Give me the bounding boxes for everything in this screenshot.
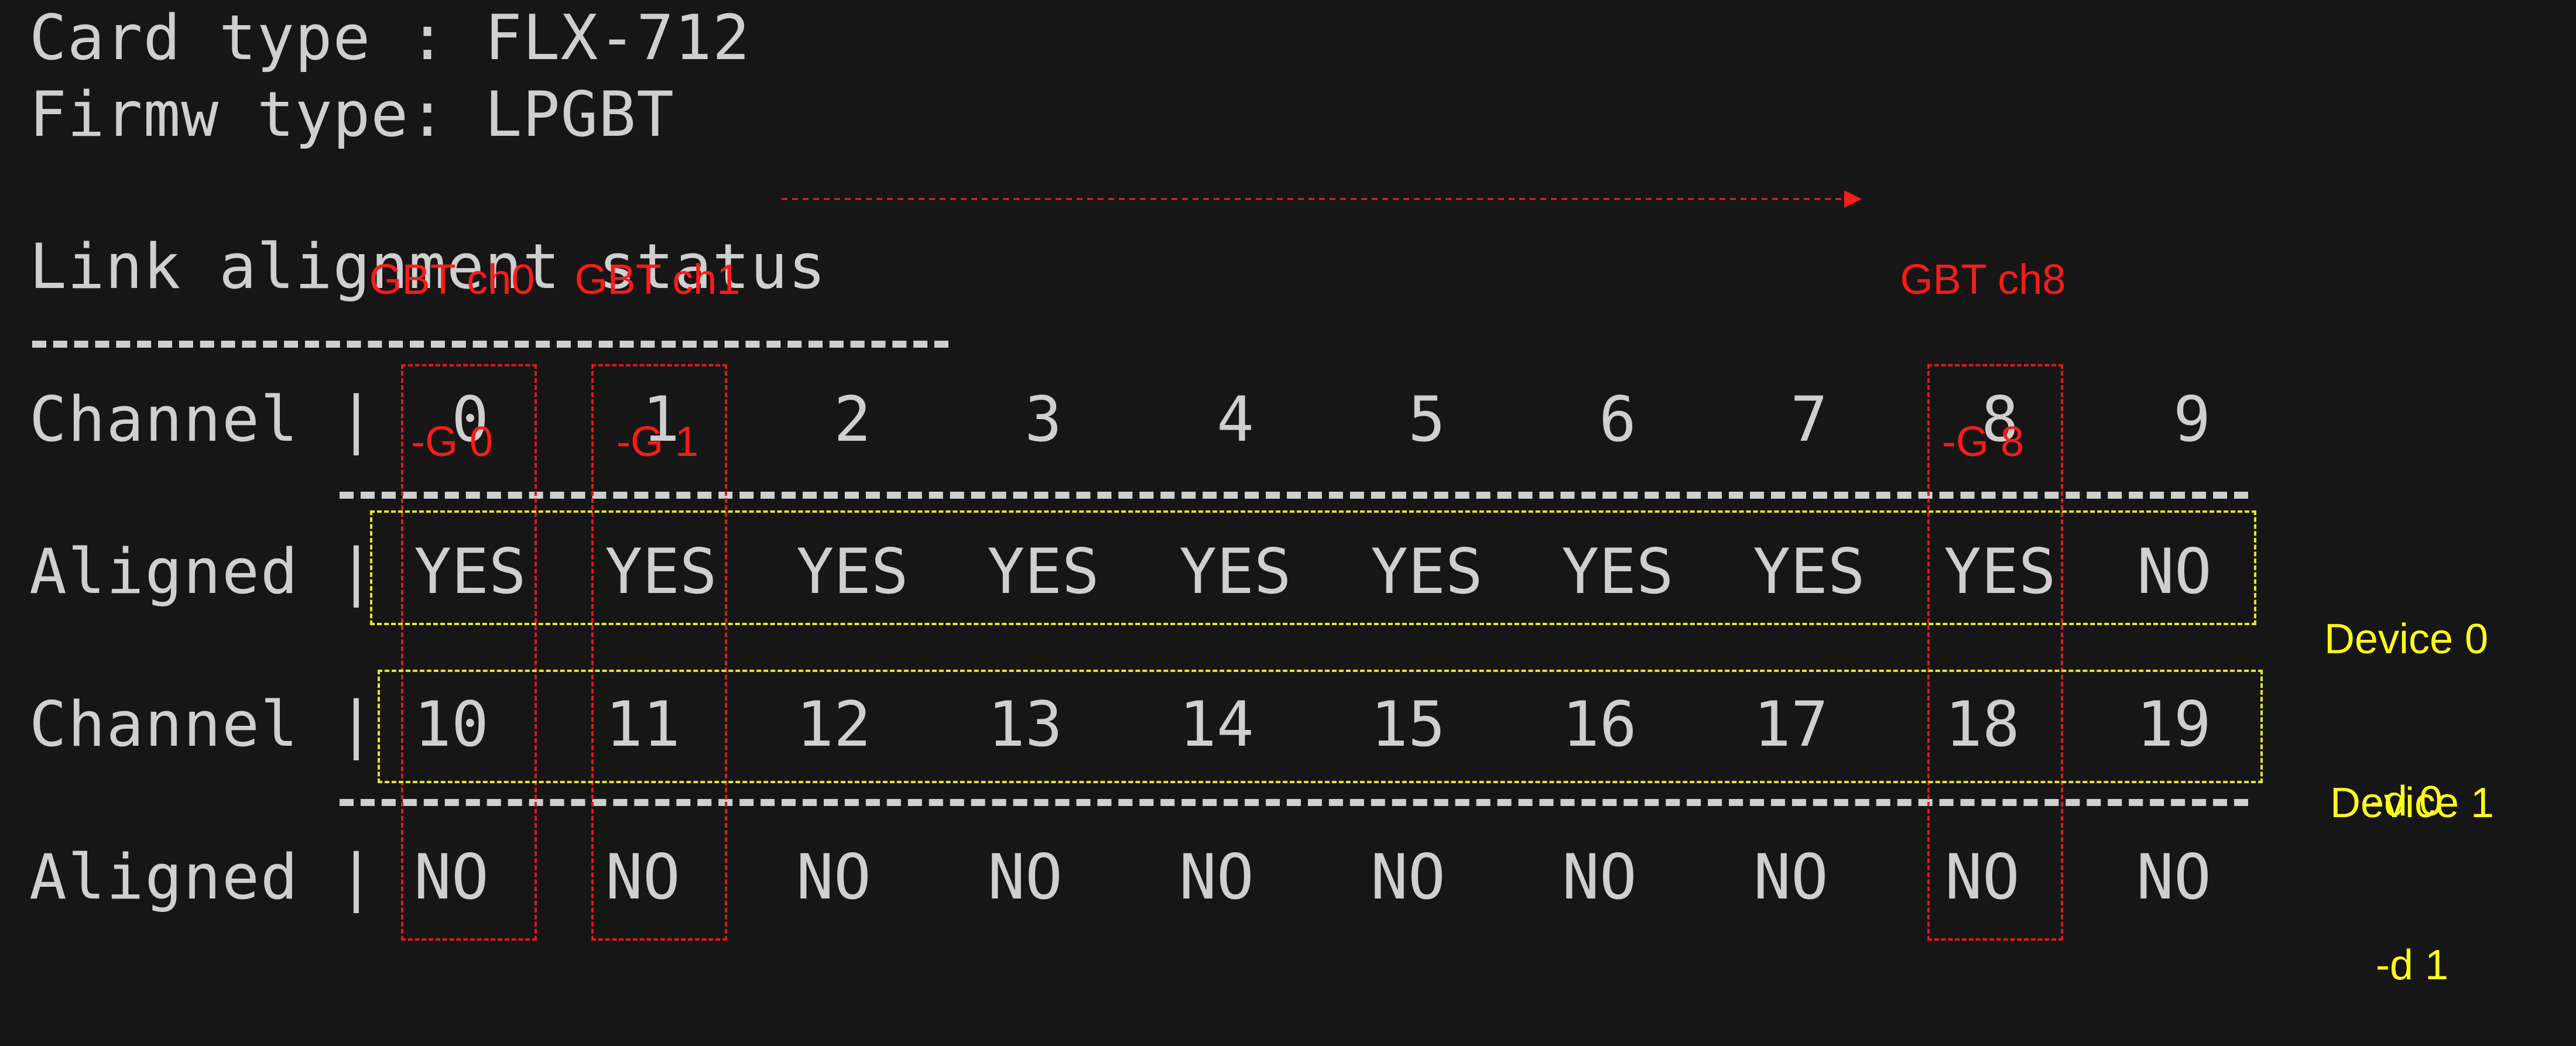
device-1-annotation: Device 1 -d 1 [2289, 668, 2535, 1046]
gbt-ch0-name: GBT ch0 [369, 256, 535, 304]
gbt-ch0-flag: -G 0 [410, 418, 494, 465]
gbt-ch0-annotation: GBT ch0 -G 0 [350, 145, 554, 523]
device-1-name: Device 1 [2330, 780, 2495, 827]
device-1-flag: -d 1 [2375, 941, 2449, 989]
device-0-name: Device 0 [2324, 616, 2489, 663]
gbt-ch8-flag: -G 8 [1941, 418, 2025, 465]
gbt-ch1-annotation: GBT ch1 -G 1 [555, 145, 760, 523]
gbt-ch1-flag: -G 1 [616, 418, 699, 465]
gbt-ch1-name: GBT ch1 [574, 256, 741, 304]
gbt-ch8-name: GBT ch8 [1900, 256, 2066, 304]
gbt-ch8-annotation: GBT ch8 -G 8 [1880, 145, 2085, 523]
